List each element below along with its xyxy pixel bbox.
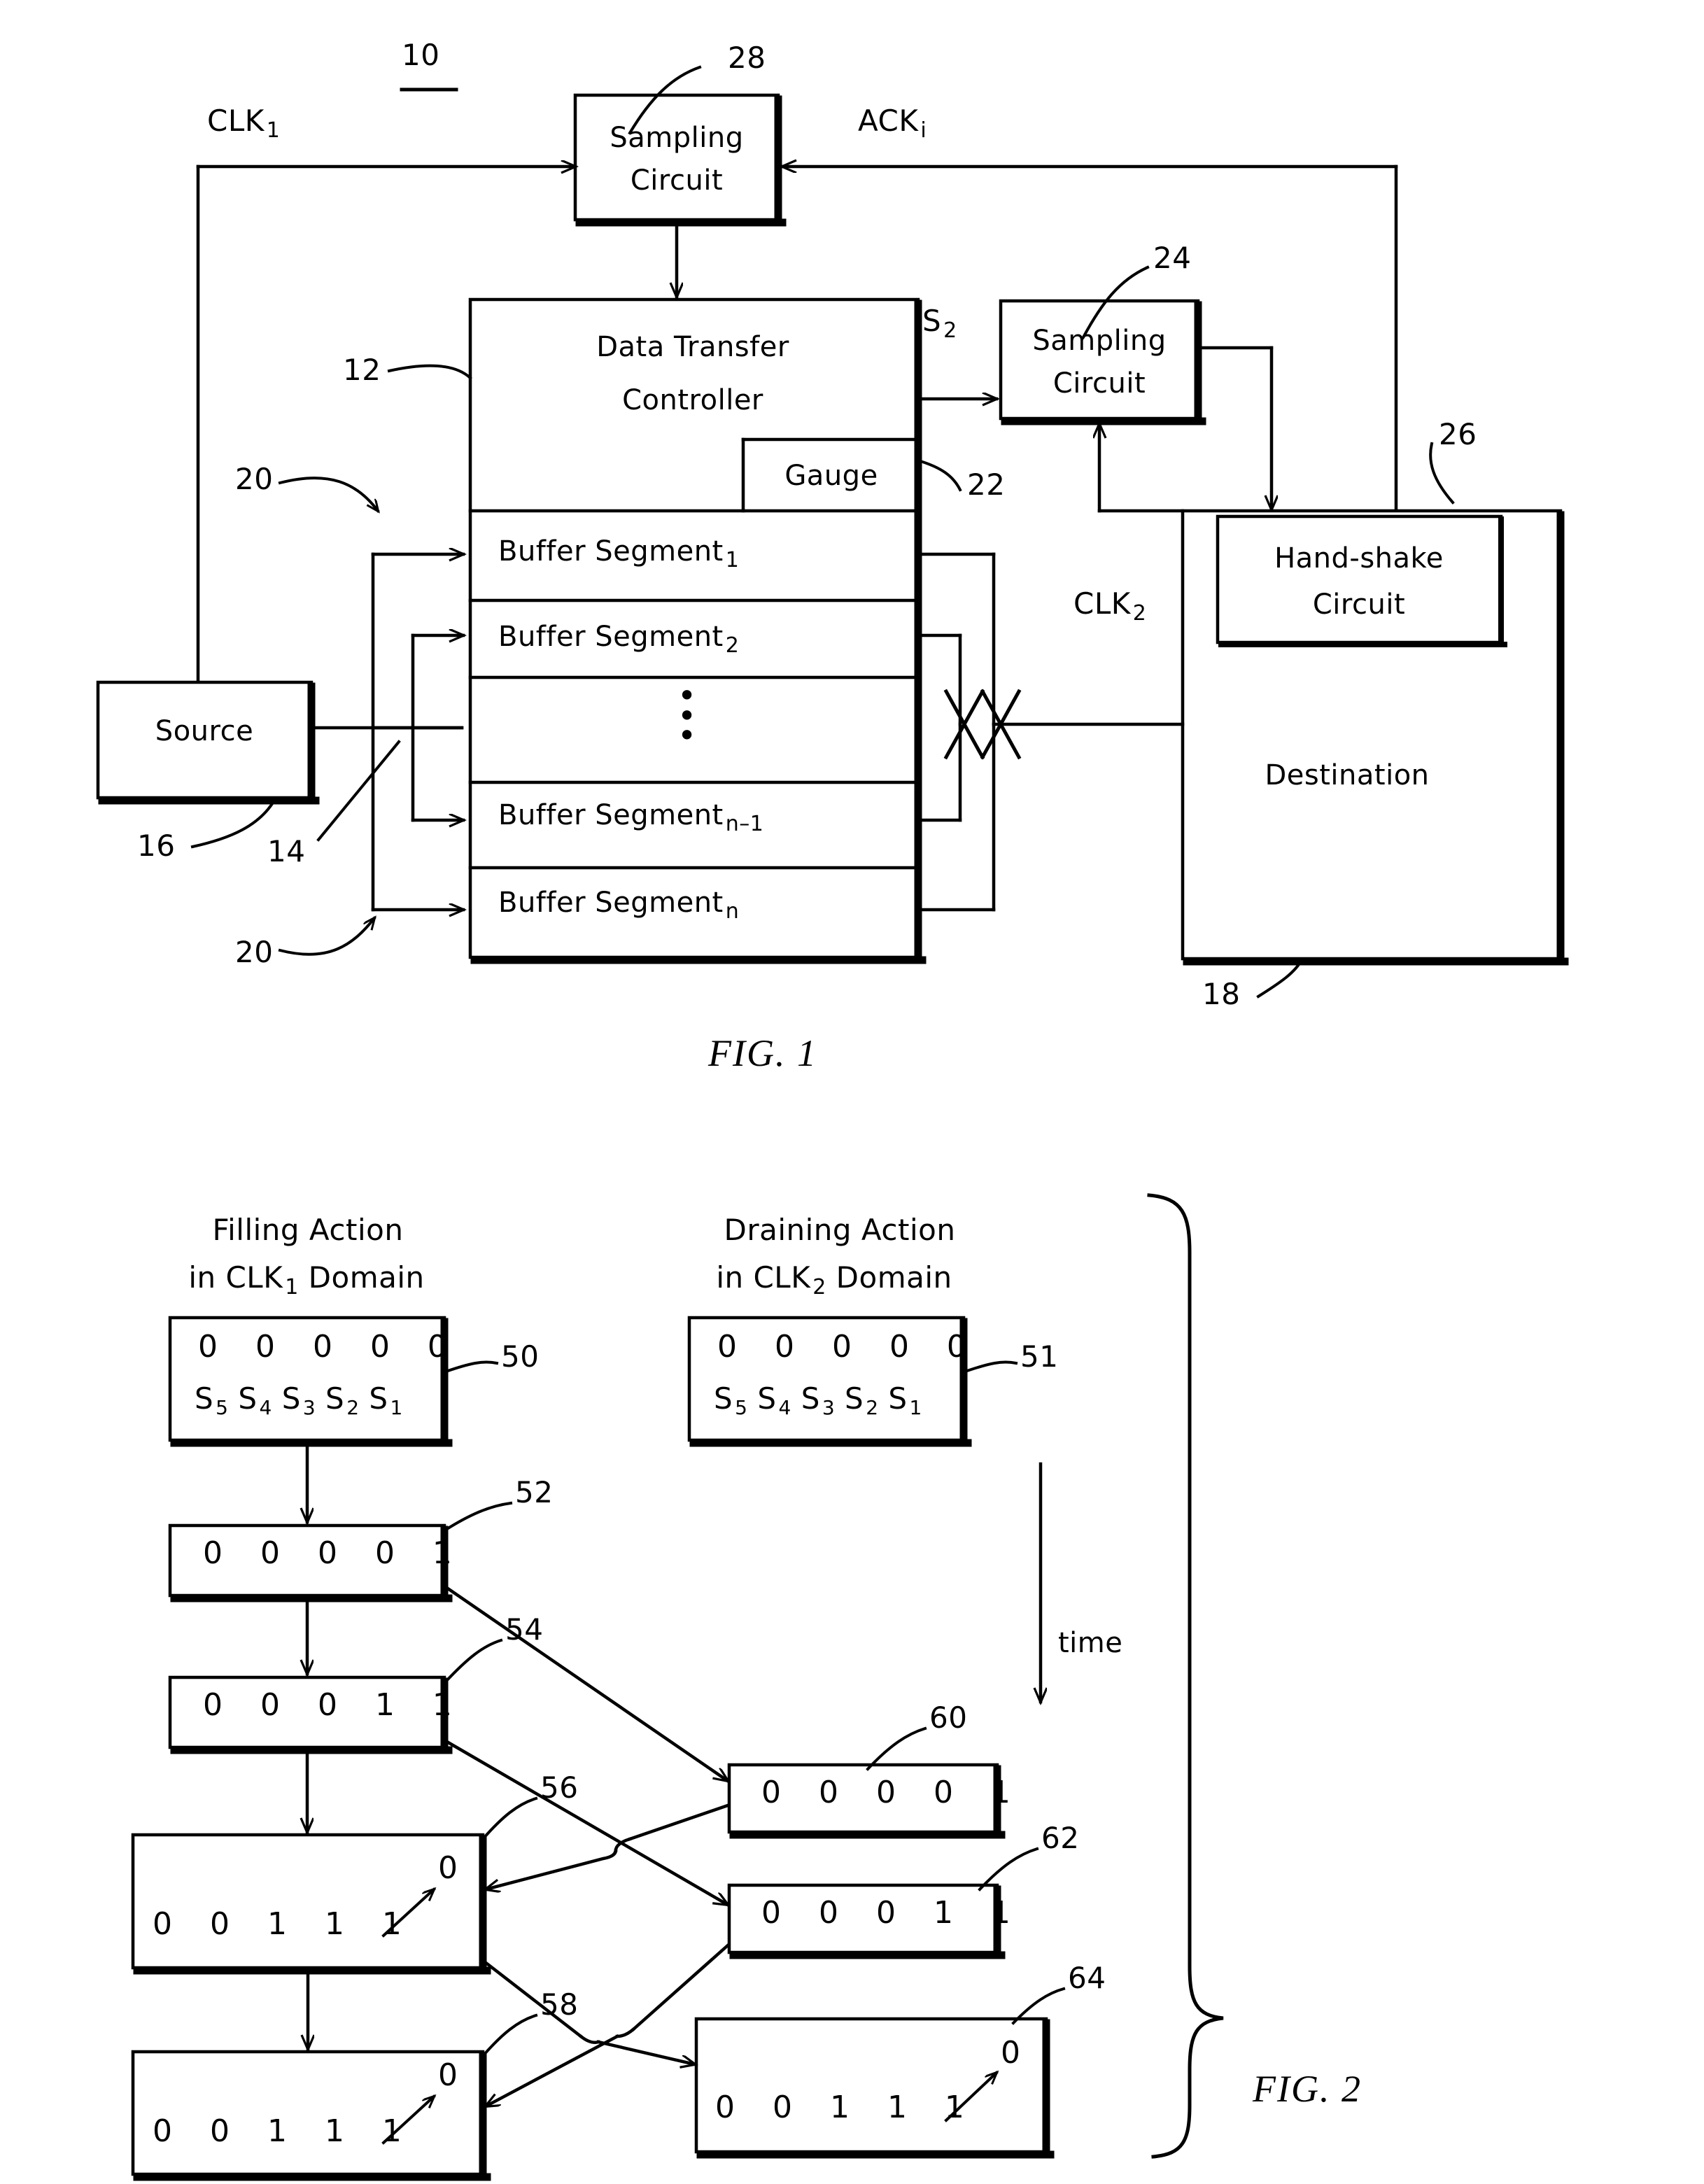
state-box-50-bits: 0 0 0 0 0 xyxy=(198,1329,461,1365)
reference-58: 58 xyxy=(540,1987,579,2022)
reference-52: 52 xyxy=(515,1475,554,1509)
state-box-62-bits: 0 0 0 1 1 xyxy=(761,1895,1024,1931)
destination-label: Destination xyxy=(1265,759,1430,791)
gauge-label: Gauge xyxy=(784,460,878,492)
state-box-50-signal-names: S5 S4 S3 S2 S1 xyxy=(195,1381,403,1420)
state-box-54-bits: 0 0 0 1 1 xyxy=(203,1687,466,1723)
reference-24: 24 xyxy=(1153,241,1192,275)
drawing-vector-layer xyxy=(96,65,1569,2181)
ack-signal-label: ACK i xyxy=(858,104,927,143)
clk2-signal-label: CLK 2 xyxy=(1073,586,1147,626)
state-box-64-flag: 0 xyxy=(1001,2035,1021,2071)
filling-action-header-line1: Filling Action xyxy=(212,1213,404,1247)
sampling-circuit-top-line1: Sampling xyxy=(610,122,744,154)
system-reference-10: 10 xyxy=(402,38,440,72)
reference-64: 64 xyxy=(1068,1961,1106,1995)
reference-16: 16 xyxy=(137,829,176,863)
source-label: Source xyxy=(155,715,254,747)
draining-action-header-line2: in CLK 2 Domain xyxy=(716,1260,952,1299)
filling-action-header-line2: in CLK 1 Domain xyxy=(188,1260,425,1299)
reference-51: 51 xyxy=(1020,1339,1059,1374)
reference-18: 18 xyxy=(1202,977,1241,1011)
state-box-64-bits: 0 0 1 1 1 xyxy=(715,2090,978,2125)
reference-56: 56 xyxy=(540,1770,579,1805)
state-box-56-bits: 0 0 1 1 1 xyxy=(153,1906,416,1942)
state-box-58-bits: 0 0 1 1 1 xyxy=(153,2113,416,2149)
state-box-60-bits: 0 0 0 0 1 xyxy=(761,1775,1024,1810)
buffer-segment-n-minus-1: Buffer Segment n–1 xyxy=(498,799,764,836)
handshake-line1: Hand-shake xyxy=(1274,542,1444,575)
reference-20-bottom: 20 xyxy=(235,935,274,969)
state-box-58-flag: 0 xyxy=(438,2057,458,2093)
reference-62: 62 xyxy=(1041,1821,1080,1855)
reference-28: 28 xyxy=(728,41,766,75)
figure-1-caption: FIG. 1 xyxy=(708,1032,817,1074)
state-box-56-flag: 0 xyxy=(438,1850,458,1886)
sampling-circuit-right-line1: Sampling xyxy=(1032,325,1167,357)
controller-line2: Controller xyxy=(622,384,763,416)
draining-action-header-line1: Draining Action xyxy=(724,1213,956,1247)
sampling-circuit-right-line2: Circuit xyxy=(1052,367,1146,400)
reference-54: 54 xyxy=(505,1612,544,1647)
reference-22: 22 xyxy=(967,467,1006,502)
state-box-51-bits: 0 0 0 0 0 xyxy=(717,1329,980,1365)
sampling-circuit-top-line2: Circuit xyxy=(630,164,724,197)
clk1-signal-label: CLK 1 xyxy=(207,104,281,143)
patent-drawing-sheet: 10 CLK 1 ACK i 28 Sampling Circuit 12 Data… xyxy=(0,0,1704,2184)
buffer-segments-ellipsis: • • • xyxy=(677,677,697,755)
reference-50: 50 xyxy=(501,1339,540,1374)
buffer-segment-1: Buffer Segment 1 xyxy=(498,535,740,572)
reference-20-top: 20 xyxy=(235,462,274,496)
state-box-52-bits: 0 0 0 0 1 xyxy=(203,1535,466,1571)
buffer-segment-2: Buffer Segment 2 xyxy=(498,621,740,658)
reference-12: 12 xyxy=(343,353,381,387)
controller-line1: Data Transfer xyxy=(596,331,789,363)
state-box-51-signal-names: S5 S4 S3 S2 S1 xyxy=(714,1381,922,1420)
figure-2-caption: FIG. 2 xyxy=(1253,2068,1362,2110)
buffer-segment-n: Buffer Segment n xyxy=(498,887,740,924)
reference-60: 60 xyxy=(929,1700,968,1735)
s2-signal-label: S2 xyxy=(922,304,957,343)
time-axis-label: time xyxy=(1058,1627,1123,1659)
handshake-line2: Circuit xyxy=(1312,589,1406,621)
reference-26: 26 xyxy=(1439,417,1477,451)
reference-14: 14 xyxy=(267,834,306,868)
